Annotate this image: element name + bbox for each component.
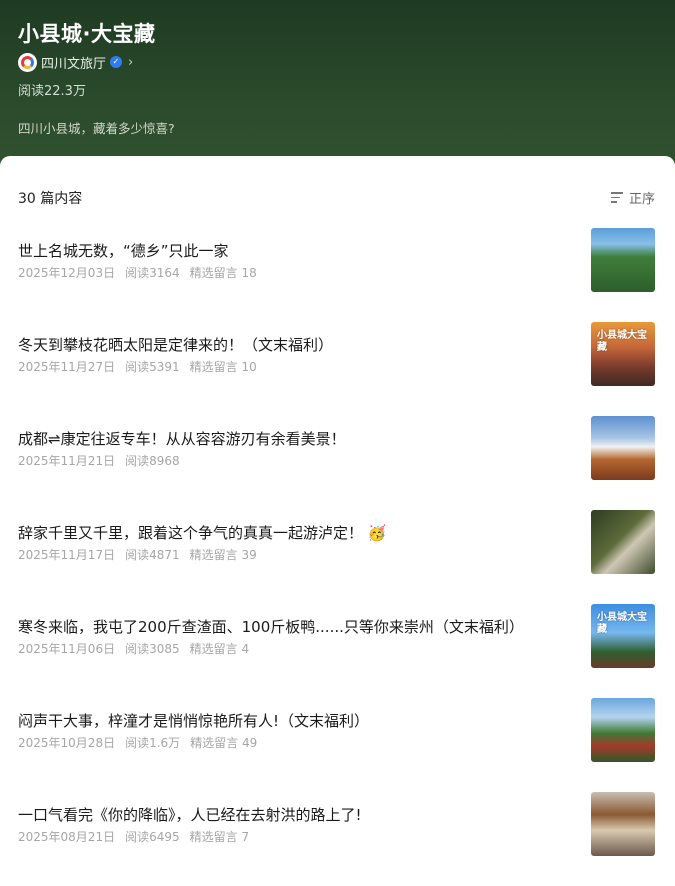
account-link[interactable]: 四川文旅厅 ✓ ›: [18, 52, 133, 72]
article-date: 2025年11月21日: [18, 454, 116, 468]
article-list-panel: 30 篇内容 正序 世上名城无数，“德乡”只此一家 2025年12月03日 阅读3…: [0, 156, 675, 879]
article-date: 2025年12月03日: [18, 266, 116, 280]
album-header: 小县城·大宝藏 四川文旅厅 ✓ › 阅读22.3万 四川小县城，藏着多少惊喜?: [0, 0, 675, 175]
article-item[interactable]: 世上名城无数，“德乡”只此一家 2025年12月03日 阅读3164 精选留言 18: [0, 228, 675, 322]
article-comments: 精选留言 10: [189, 360, 257, 374]
emoji-icon: 🥳: [367, 524, 387, 542]
article-item[interactable]: 寒冬来临，我屯了200斤查渣面、100斤板鸭......只等你来崇州（文末福利）…: [0, 604, 675, 698]
article-thumbnail: 小县城大宝藏: [591, 604, 655, 668]
article-thumbnail: [591, 698, 655, 762]
account-name: 四川文旅厅: [41, 56, 107, 72]
article-date: 2025年10月28日: [18, 736, 116, 750]
chevron-right-icon: ›: [128, 54, 134, 70]
article-comments: 精选留言 4: [189, 642, 250, 656]
article-thumbnail: 小县城大宝藏: [591, 322, 655, 386]
album-description: 四川小县城，藏着多少惊喜?: [18, 121, 175, 136]
article-item[interactable]: 一口气看完《你的降临》，人已经在去射洪的路上了! 2025年08月21日 阅读64…: [0, 792, 675, 886]
verified-check-icon: ✓: [110, 56, 123, 68]
article-comments: 精选留言 39: [189, 548, 257, 562]
article-date: 2025年11月17日: [18, 548, 116, 562]
article-reads: 阅读5391: [125, 360, 180, 374]
article-item[interactable]: 闷声干大事，梓潼才是悄悄惊艳所有人!（文末福利） 2025年10月28日 阅读1.…: [0, 698, 675, 792]
sort-icon: [610, 192, 623, 203]
article-thumbnail: [591, 792, 655, 856]
article-reads: 阅读1.6万: [125, 736, 181, 750]
article-title: 寒冬来临，我屯了200斤查渣面、100斤板鸭......只等你来崇州（文末福利）: [18, 618, 524, 636]
article-reads: 阅读8968: [125, 454, 180, 468]
article-title: 辞家千里又千里，跟着这个争气的真真一起游泸定！ 🥳: [18, 524, 387, 542]
article-item[interactable]: 冬天到攀枝花晒太阳是定律来的！（文末福利） 2025年11月27日 阅读5391 精…: [0, 322, 675, 416]
album-read-count: 阅读22.3万: [18, 84, 86, 99]
article-list: 世上名城无数，“德乡”只此一家 2025年12月03日 阅读3164 精选留言 18…: [0, 228, 675, 886]
article-count: 30 篇内容: [18, 191, 83, 207]
article-comments: 精选留言 18: [189, 266, 257, 280]
thumbnail-caption: 小县城大宝藏: [597, 612, 647, 635]
article-comments: 精选留言 49: [190, 736, 258, 750]
account-avatar-icon: [18, 52, 37, 72]
article-reads: 阅读6495: [125, 830, 180, 844]
sort-order-button[interactable]: 正序: [610, 188, 655, 207]
article-thumbnail: [591, 228, 655, 292]
article-item[interactable]: 成都⇌康定往返专车！从从容容游刃有余看美景！ 2025年11月21日 阅读8968: [0, 416, 675, 510]
article-item[interactable]: 辞家千里又千里，跟着这个争气的真真一起游泸定！ 🥳 2025年11月17日 阅读4…: [0, 510, 675, 604]
article-date: 2025年11月27日: [18, 360, 116, 374]
article-reads: 阅读3085: [125, 642, 180, 656]
article-title: 一口气看完《你的降临》，人已经在去射洪的路上了!: [18, 806, 362, 824]
article-title: 冬天到攀枝花晒太阳是定律来的！（文末福利）: [18, 336, 334, 354]
article-date: 2025年08月21日: [18, 830, 116, 844]
album-title: 小县城·大宝藏: [18, 22, 156, 46]
article-comments: 精选留言 7: [189, 830, 250, 844]
article-title: 成都⇌康定往返专车！从从容容游刃有余看美景！: [18, 430, 346, 448]
article-reads: 阅读4871: [125, 548, 180, 562]
sort-label: 正序: [628, 192, 655, 207]
article-date: 2025年11月06日: [18, 642, 116, 656]
article-thumbnail: [591, 510, 655, 574]
thumbnail-caption: 小县城大宝藏: [597, 330, 647, 353]
article-title: 世上名城无数，“德乡”只此一家: [18, 242, 229, 260]
article-reads: 阅读3164: [125, 266, 180, 280]
article-thumbnail: [591, 416, 655, 480]
article-title: 闷声干大事，梓潼才是悄悄惊艳所有人!（文末福利）: [18, 712, 370, 730]
